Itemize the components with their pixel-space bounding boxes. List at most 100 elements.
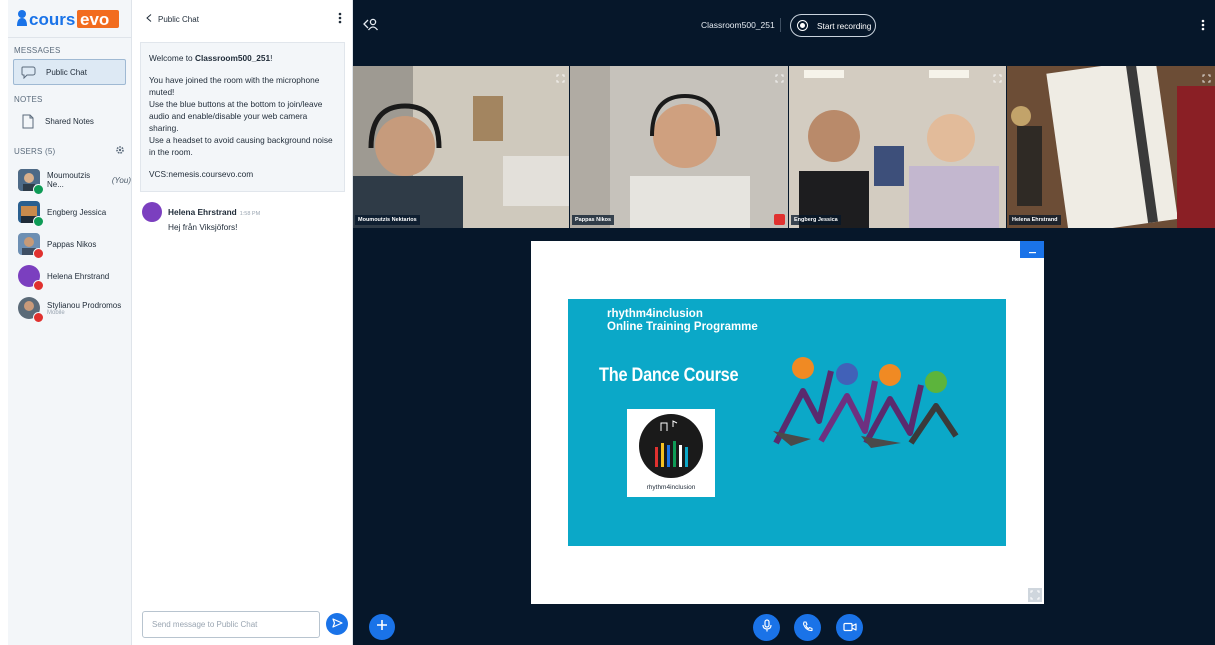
shared-notes-nav[interactable]: Shared Notes	[13, 108, 126, 134]
participant-video	[570, 66, 788, 228]
video-tile[interactable]: Moumoutzis Nektarios	[353, 66, 569, 228]
note-icon	[19, 112, 37, 130]
meeting-topbar: Classroom500_251 Start recording	[353, 0, 1215, 50]
user-you-tag: (You)	[111, 175, 131, 185]
fullscreen-button[interactable]	[1028, 588, 1042, 602]
chat-icon	[20, 63, 38, 81]
chevron-left-icon	[146, 14, 152, 24]
more-vertical-icon[interactable]	[338, 12, 342, 26]
welcome-room-name: Classroom500_251	[194, 53, 271, 63]
video-tile[interactable]: Pappas Nikos	[570, 66, 788, 228]
message-author: Helena Ehrstrand	[168, 207, 237, 217]
brand-logo: cours evo	[8, 0, 131, 38]
presentation-slide: rhythm4inclusion Online Training Program…	[568, 299, 1006, 546]
expand-icon[interactable]	[775, 70, 784, 88]
logo-graphic	[639, 414, 703, 478]
slide-course-title: The Dance Course	[599, 365, 739, 386]
users-section-label: USERS (5)	[14, 146, 56, 156]
shared-notes-nav-label: Shared Notes	[45, 116, 94, 126]
public-chat-nav-label: Public Chat	[46, 67, 87, 77]
chat-back-button[interactable]: Public Chat	[146, 14, 199, 24]
start-recording-button[interactable]: Start recording	[790, 14, 876, 37]
participant-name-tag: Helena Ehrstrand	[1009, 215, 1061, 225]
welcome-vcs: VCS:nemesis.coursevo.com	[149, 169, 254, 179]
meeting-area: Classroom500_251 Start recording Moumout…	[353, 0, 1215, 645]
user-sidebar: cours evo MESSAGES Public Chat NOTES Sha…	[8, 0, 132, 645]
camera-button[interactable]	[836, 614, 863, 641]
user-name: Moumoutzis Ne...	[47, 171, 91, 189]
microphone-icon	[761, 618, 772, 637]
expand-icon[interactable]	[556, 70, 565, 88]
logo-caption: rhythm4inclusion	[646, 484, 696, 491]
user-name: Helena Ehrstrand	[47, 271, 110, 281]
expand-icon[interactable]	[993, 70, 1002, 88]
online-status-icon	[33, 216, 44, 227]
muted-status-icon	[33, 248, 44, 259]
user-list-item[interactable]: Helena Ehrstrand	[8, 260, 131, 292]
online-status-icon	[33, 184, 44, 195]
video-tile[interactable]: Engberg Jessica	[789, 66, 1006, 228]
user-name: Stylianou Prodromos	[47, 300, 122, 310]
leave-audio-button[interactable]	[794, 614, 821, 641]
avatar	[18, 233, 44, 259]
welcome-suffix: !	[270, 53, 273, 63]
room-title: Classroom500_251	[701, 20, 775, 30]
divider	[780, 18, 781, 32]
participant-name-tag: Moumoutzis Nektarios	[355, 215, 420, 225]
avatar	[18, 169, 44, 195]
send-icon	[331, 615, 343, 633]
user-list-item[interactable]: Pappas Nikos	[8, 228, 131, 260]
avatar	[18, 297, 44, 323]
coursevo-logo: cours evo	[17, 9, 119, 29]
user-list-item[interactable]: Moumoutzis Ne... (You)	[8, 164, 131, 196]
welcome-message: Welcome to Classroom500_251! You have jo…	[140, 42, 345, 192]
user-list-item[interactable]: Stylianou Prodromos Mobile	[8, 292, 131, 324]
app-window: cours evo MESSAGES Public Chat NOTES Sha…	[0, 0, 1215, 645]
welcome-prefix: Welcome to	[149, 53, 195, 63]
welcome-line: Use a headset to avoid causing backgroun…	[149, 135, 333, 157]
user-list-toggle-icon[interactable]	[363, 17, 379, 36]
participant-video	[789, 66, 1006, 228]
send-button[interactable]	[326, 613, 348, 635]
chat-header: Public Chat	[132, 0, 352, 38]
minus-icon	[1028, 241, 1036, 259]
muted-status-icon	[33, 312, 44, 323]
actions-button[interactable]	[369, 614, 395, 640]
phone-icon	[802, 619, 814, 637]
muted-status-icon	[33, 280, 44, 291]
notes-section-label: NOTES	[14, 95, 43, 104]
participant-video	[353, 66, 569, 228]
more-vertical-icon[interactable]	[1201, 18, 1205, 36]
messages-section-label: MESSAGES	[14, 46, 61, 55]
avatar	[18, 201, 44, 227]
microphone-button[interactable]	[753, 614, 780, 641]
message-time: 1:58 PM	[239, 211, 261, 217]
chat-title: Public Chat	[158, 14, 199, 24]
gear-icon[interactable]	[115, 142, 125, 160]
avatar	[18, 265, 44, 291]
presentation-area: rhythm4inclusion Online Training Program…	[531, 241, 1044, 604]
slide-line-2: Online Training Programme	[607, 321, 758, 333]
public-chat-nav[interactable]: Public Chat	[13, 59, 126, 85]
message-text: Hej från Viksjöfors!	[168, 222, 238, 232]
chat-message: Helena Ehrstrand 1:58 PM Hej från Viksjöf…	[142, 202, 352, 232]
participant-video	[1007, 66, 1215, 228]
user-list-item[interactable]: Engberg Jessica	[8, 196, 131, 228]
muted-icon	[774, 214, 785, 225]
chat-message-input[interactable]: Send message to Public Chat	[142, 611, 320, 638]
user-name: Engberg Jessica	[47, 207, 107, 217]
rhythm4inclusion-logo: rhythm4inclusion	[627, 409, 715, 497]
video-tile[interactable]: Helena Ehrstrand	[1007, 66, 1215, 228]
svg-text:evo: evo	[80, 10, 109, 29]
minimize-presentation-button[interactable]	[1020, 241, 1044, 258]
expand-icon	[1028, 589, 1042, 606]
video-camera-icon	[842, 619, 857, 637]
avatar	[142, 202, 162, 222]
participant-name-tag: Pappas Nikos	[572, 215, 615, 225]
record-icon	[797, 20, 808, 31]
expand-icon[interactable]	[1202, 70, 1211, 88]
welcome-line: You have joined the room with the microp…	[149, 75, 320, 97]
chat-panel: Public Chat Welcome to Classroom500_251!…	[132, 0, 353, 645]
svg-text:cours: cours	[29, 10, 75, 29]
participant-name-tag: Engberg Jessica	[791, 215, 841, 225]
